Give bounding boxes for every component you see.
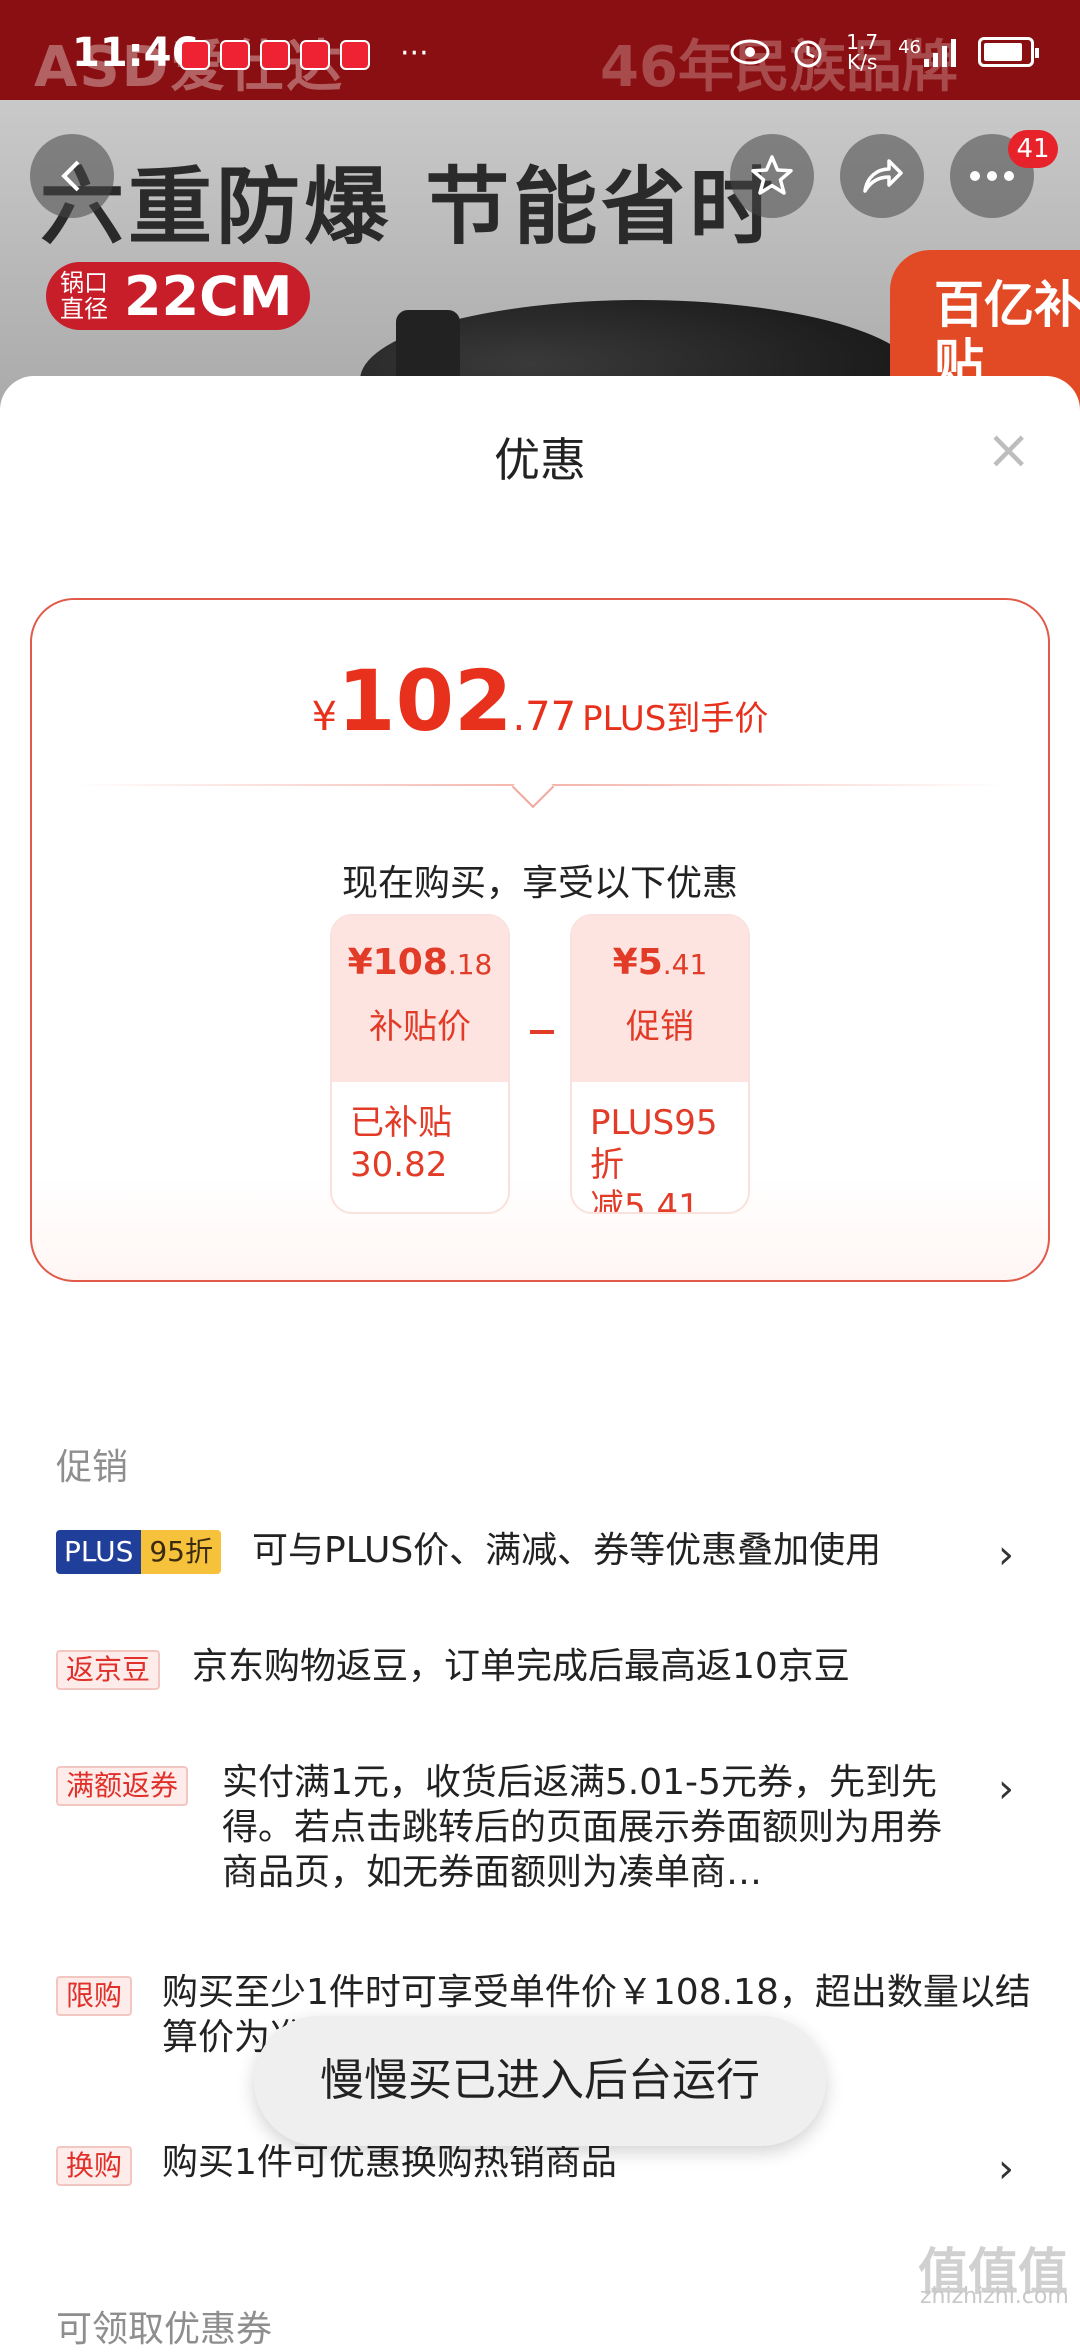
- app-notification-icon: [300, 40, 330, 70]
- promo-item-text: 可与PLUS价、满减、券等优惠叠加使用: [252, 1530, 882, 1571]
- product-image-banner: ASD爱仕达 46年民族品牌 六重防爆 节能省时 锅口直径 22CM 百亿补贴 …: [0, 0, 1080, 420]
- share-button[interactable]: [840, 134, 924, 218]
- promo-item-text: 京东购物返豆，订单完成后最高返10京豆: [192, 1646, 850, 1687]
- price-divider-notch: [511, 765, 555, 809]
- more-dots-icon: [970, 171, 1014, 181]
- app-notification-icon: [220, 40, 250, 70]
- plus-tag-discount: 95折: [141, 1530, 221, 1574]
- back-button[interactable]: [30, 134, 114, 218]
- promo-tag: 限购: [56, 1976, 133, 2016]
- size-pill: 锅口直径 22CM: [46, 262, 310, 330]
- subsidy-price-header: ¥108.18 补贴价: [332, 916, 508, 1082]
- network-speed: 1.7 K/s: [846, 32, 878, 72]
- notification-icons: [180, 40, 370, 70]
- final-price-label: PLUS到手价: [582, 699, 769, 739]
- promo-item-coupon-return[interactable]: 满额返券 实付满1元，收货后返满5.01-5元券，先到先得。若点击跳转后的页面展…: [56, 1760, 1036, 1900]
- size-value: 22CM: [124, 264, 293, 328]
- plus-discount-tag: PLUS 95折: [56, 1530, 221, 1574]
- promo-tag: 满额返券: [56, 1766, 189, 1806]
- minus-sign: [530, 1030, 554, 1034]
- promo-item-jingdou: 返京豆 京东购物返豆，订单完成后最高返10京豆: [56, 1644, 1036, 1704]
- subsidy-price-detail: 已补贴 30.82: [332, 1082, 508, 1212]
- subsidy-price-decimal: .18: [447, 948, 493, 981]
- price-summary-card: ¥102.77 PLUS到手价 现在购买，享受以下优惠 ¥108.18 补贴价 已…: [30, 598, 1050, 1282]
- promo-item-plus[interactable]: PLUS 95折 可与PLUS价、满减、券等优惠叠加使用 ›: [56, 1526, 1036, 1586]
- app-notification-icon: [340, 40, 370, 70]
- promo-item-text: 实付满1元，收货后返满5.01-5元券，先到先得。若点击跳转后的页面展示券面额则…: [222, 1762, 943, 1893]
- size-label: 锅口直径: [60, 269, 108, 323]
- subsidy-detail-line1: 已补贴: [350, 1103, 452, 1143]
- promotion-discount-integer: ¥5: [612, 942, 663, 983]
- final-price-decimal: .77: [512, 694, 577, 740]
- promotion-discount-box: ¥5.41 促销 PLUS95折 减5.41: [570, 914, 750, 1214]
- promo-tag: 换购: [56, 2146, 133, 2186]
- battery-icon: [978, 37, 1039, 67]
- message-count-badge: 41: [1008, 130, 1058, 168]
- chevron-right-icon: ›: [998, 2146, 1014, 2192]
- promotion-discount-decimal: .41: [662, 948, 708, 981]
- background-running-toast: 慢慢买已进入后台运行: [254, 2016, 826, 2146]
- promotion-detail-line1: PLUS95折: [590, 1103, 718, 1185]
- promotion-discount-detail: PLUS95折 减5.41: [572, 1082, 748, 1214]
- subsidy-price-box: ¥108.18 补贴价 已补贴 30.82: [330, 914, 510, 1214]
- signal-icon: [924, 39, 956, 67]
- favorite-button[interactable]: [730, 134, 814, 218]
- enjoy-discount-text: 现在购买，享受以下优惠: [341, 863, 738, 904]
- promo-tag: 返京豆: [56, 1650, 161, 1690]
- promotion-discount-amount: ¥5.41: [572, 942, 748, 983]
- status-right-group: 1.7 K/s 46: [730, 32, 1039, 72]
- eye-icon: [730, 39, 770, 65]
- promo-item-exchange[interactable]: 换购 购买1件可优惠换购热销商品 ›: [56, 2140, 1036, 2200]
- battery-fill: [984, 43, 1022, 61]
- star-icon: [751, 155, 793, 195]
- final-price-integer: 102: [337, 652, 513, 750]
- promotion-discount-header: ¥5.41 促销: [572, 916, 748, 1082]
- chevron-right-icon: ›: [998, 1766, 1014, 1812]
- promotion-discount-caption: 促销: [626, 1007, 694, 1047]
- share-icon: [863, 159, 903, 193]
- signal-group: 46: [898, 37, 958, 67]
- network-speed-value: 1.7: [846, 30, 879, 54]
- close-button[interactable]: ×: [986, 423, 1031, 477]
- site-watermark-url: zhizhizhi.com: [920, 2284, 1069, 2309]
- more-notifications-icon: ···: [400, 36, 429, 71]
- promotions-section-title: 促销: [56, 1447, 129, 1488]
- final-price-currency: ¥: [311, 694, 338, 740]
- app-notification-icon: [180, 40, 210, 70]
- promo-item-text: 购买1件可优惠换购热销商品: [162, 2142, 617, 2183]
- subsidy-price-integer: ¥108: [347, 942, 448, 983]
- promotion-detail-line2: 减5.41: [590, 1187, 700, 1214]
- sheet-title: 优惠: [494, 433, 586, 487]
- plus-tag-label: PLUS: [56, 1530, 142, 1574]
- product-slogan: 六重防爆 节能省时: [40, 158, 778, 256]
- final-price: ¥102.77 PLUS到手价: [32, 652, 1048, 750]
- subsidy-detail-line2: 30.82: [350, 1145, 448, 1185]
- status-bar: 11:46 ··· 1.7 K/s 46: [0, 0, 1080, 100]
- back-arrow-icon: [61, 160, 80, 192]
- alarm-icon: [794, 40, 822, 68]
- network-speed-unit: K/s: [847, 50, 878, 74]
- signal-generation: 46: [898, 37, 921, 58]
- app-notification-icon: [260, 40, 290, 70]
- coupons-section-title: 可领取优惠券: [56, 2309, 273, 2350]
- subsidy-price-amount: ¥108.18: [332, 942, 508, 983]
- chevron-right-icon: ›: [998, 1532, 1014, 1578]
- subsidy-price-caption: 补贴价: [369, 1007, 471, 1047]
